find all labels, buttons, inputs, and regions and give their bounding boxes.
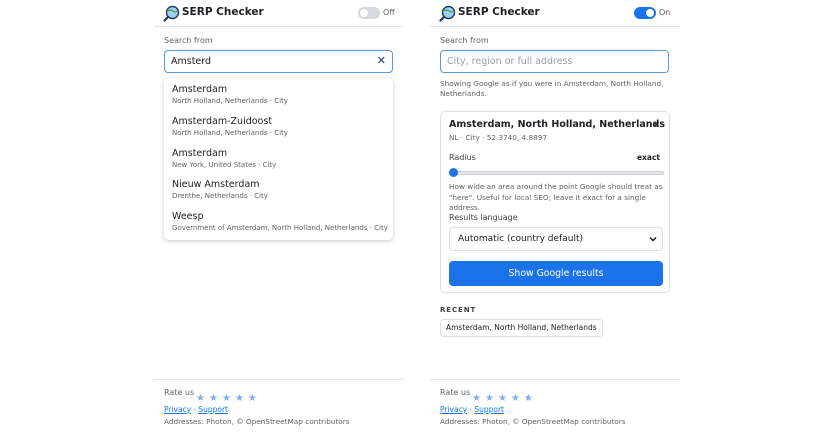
search-from-label: Search from bbox=[440, 36, 489, 45]
results-language-select[interactable]: Automatic (country default) bbox=[449, 227, 663, 251]
search-from-label: Search from bbox=[164, 36, 213, 45]
search-input[interactable] bbox=[171, 51, 371, 71]
location-card: Amsterdam, North Holland, Netherlands ✕ … bbox=[440, 111, 670, 293]
privacy-link[interactable]: Privacy bbox=[440, 405, 467, 414]
footer-links: Privacy · Support bbox=[440, 405, 504, 414]
suggestion-detail: North Holland, Netherlands · City bbox=[172, 97, 288, 105]
search-box: ✕ bbox=[164, 50, 393, 73]
rate-us-label: Rate us bbox=[440, 388, 471, 397]
star-icon[interactable]: ★ bbox=[511, 393, 520, 404]
suggestion-name: Nieuw Amsterdam bbox=[172, 179, 260, 190]
location-title: Amsterdam, North Holland, Netherlands bbox=[449, 119, 665, 130]
support-link[interactable]: Support bbox=[474, 405, 504, 414]
app-title: SERP Checker bbox=[182, 6, 264, 18]
star-icon[interactable]: ★ bbox=[485, 393, 494, 404]
suggestion-list: Amsterdam North Holland, Netherlands · C… bbox=[164, 78, 393, 240]
star-icon[interactable]: ★ bbox=[196, 393, 205, 404]
app-title: SERP Checker bbox=[458, 6, 540, 18]
suggestion-item[interactable]: Amsterdam North Holland, Netherlands · C… bbox=[172, 84, 288, 106]
recent-item[interactable]: Amsterdam, North Holland, Netherlands bbox=[440, 319, 603, 337]
footer-divider bbox=[430, 379, 680, 380]
star-icon[interactable]: ★ bbox=[524, 393, 533, 404]
right-panel: SERP Checker On Search from Showing Goog… bbox=[430, 0, 680, 434]
show-google-results-button[interactable]: Show Google results bbox=[449, 261, 663, 286]
enable-toggle[interactable] bbox=[634, 7, 656, 19]
rate-us-label: Rate us bbox=[164, 388, 195, 397]
star-icon[interactable]: ★ bbox=[472, 393, 481, 404]
suggestion-detail: North Holland, Netherlands · City bbox=[172, 129, 288, 137]
star-icon[interactable]: ★ bbox=[498, 393, 507, 404]
chevron-down-icon bbox=[649, 236, 657, 242]
close-icon[interactable]: ✕ bbox=[377, 54, 386, 67]
link-separator: · bbox=[193, 405, 196, 414]
location-info-text: Showing Google as if you were in Amsterd… bbox=[440, 79, 664, 98]
link-separator: · bbox=[469, 405, 472, 414]
header: SERP Checker Off bbox=[154, 0, 404, 27]
results-language-label: Results language bbox=[449, 213, 518, 222]
search-box bbox=[440, 50, 669, 73]
suggestion-name: Weesp bbox=[172, 211, 204, 222]
footer-divider bbox=[154, 379, 404, 380]
suggestion-item[interactable]: Nieuw Amsterdam Drenthe, Netherlands · C… bbox=[172, 179, 268, 201]
suggestion-item[interactable]: Weesp Government of Amsterdam, North Hol… bbox=[172, 211, 388, 233]
rating-stars: ★ ★ ★ ★ ★ bbox=[196, 386, 261, 405]
privacy-link[interactable]: Privacy bbox=[164, 405, 191, 414]
suggestion-item[interactable]: Amsterdam New York, United States · City bbox=[172, 148, 276, 170]
star-icon[interactable]: ★ bbox=[248, 393, 257, 404]
star-icon[interactable]: ★ bbox=[235, 393, 244, 404]
toggle-knob bbox=[360, 9, 368, 17]
suggestion-detail: Drenthe, Netherlands · City bbox=[172, 192, 268, 200]
location-meta: NL · City · 52.3740, 4.8897 bbox=[449, 133, 548, 142]
suggestion-name: Amsterdam-Zuidoost bbox=[172, 116, 273, 127]
radius-slider-thumb[interactable] bbox=[449, 168, 458, 177]
suggestion-detail: Government of Amsterdam, North Holland, … bbox=[172, 224, 388, 232]
radius-slider-track[interactable] bbox=[450, 171, 664, 175]
rating-stars: ★ ★ ★ ★ ★ bbox=[472, 386, 537, 405]
toggle-knob bbox=[646, 9, 654, 17]
support-link[interactable]: Support bbox=[198, 405, 228, 414]
radius-help-text: How wide an area around the point Google… bbox=[449, 182, 663, 212]
suggestion-item[interactable]: Amsterdam-Zuidoost North Holland, Nether… bbox=[172, 116, 288, 138]
enable-toggle[interactable] bbox=[358, 7, 380, 19]
attribution: Addresses: Photon, © OpenStreetMap contr… bbox=[164, 417, 350, 426]
selected-language: Automatic (country default) bbox=[458, 234, 583, 244]
suggestion-name: Amsterdam bbox=[172, 84, 228, 95]
search-input[interactable] bbox=[447, 51, 647, 71]
attribution: Addresses: Photon, © OpenStreetMap contr… bbox=[440, 417, 626, 426]
suggestion-name: Amsterdam bbox=[172, 148, 228, 159]
header: SERP Checker On bbox=[430, 0, 680, 27]
footer-links: Privacy · Support bbox=[164, 405, 228, 414]
magnifier-globe-icon bbox=[163, 5, 180, 22]
close-icon[interactable]: ✕ bbox=[652, 120, 660, 131]
star-icon[interactable]: ★ bbox=[209, 393, 218, 404]
magnifier-globe-icon bbox=[439, 5, 456, 22]
radius-value: exact bbox=[636, 153, 660, 162]
toggle-state-label: Off bbox=[383, 8, 395, 17]
suggestion-detail: New York, United States · City bbox=[172, 161, 277, 169]
recent-label: RECENT bbox=[440, 306, 477, 314]
left-panel: SERP Checker Off Search from ✕ Amsterdam… bbox=[154, 0, 404, 434]
radius-label: Radius bbox=[449, 153, 476, 162]
star-icon[interactable]: ★ bbox=[222, 393, 231, 404]
toggle-state-label: On bbox=[659, 8, 671, 17]
